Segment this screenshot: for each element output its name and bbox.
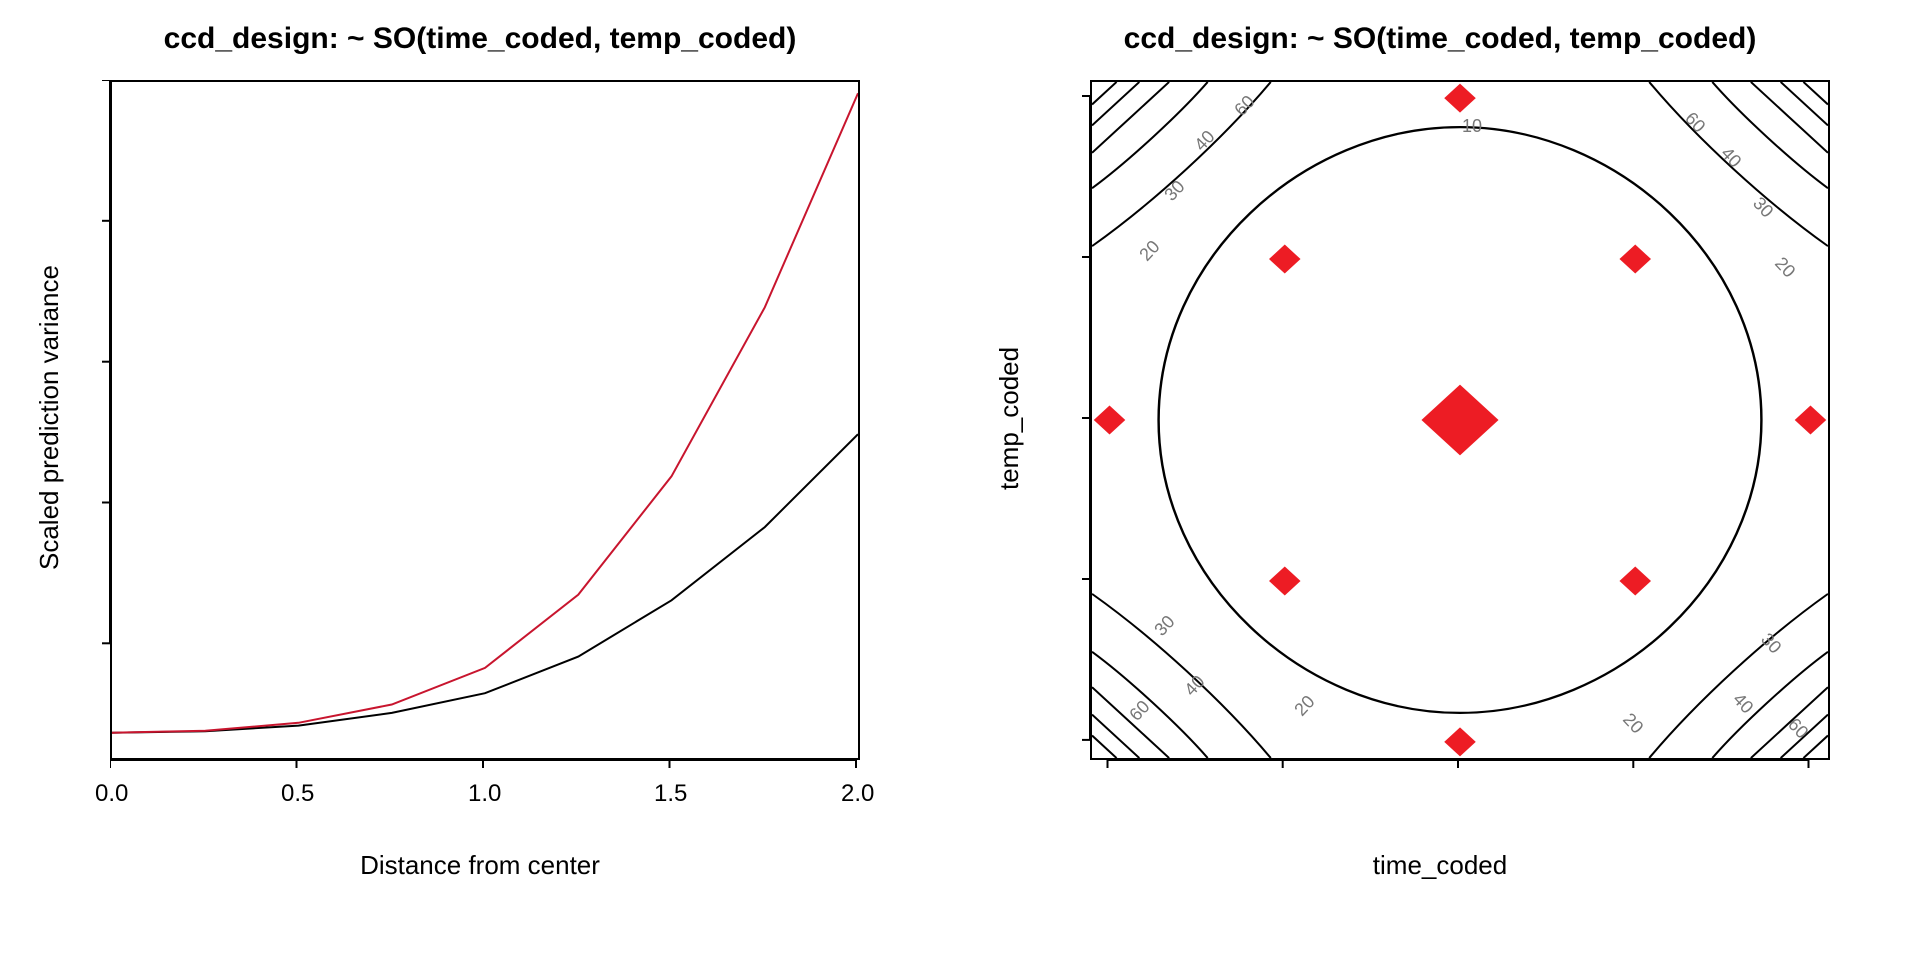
- svg-text:40: 40: [1190, 126, 1218, 154]
- right-title: ccd_design: ~ SO(time_coded, temp_coded): [960, 22, 1920, 56]
- left-x-tick-0: 0.0: [95, 780, 125, 808]
- svg-text:30: 30: [1150, 611, 1178, 639]
- contour-panel: ccd_design: ~ SO(time_coded, temp_coded)…: [960, 0, 1920, 960]
- svg-text:20: 20: [1619, 709, 1647, 737]
- right-x-ticks: [1090, 758, 1830, 778]
- svg-text:60: 60: [1681, 108, 1709, 136]
- left-x-tick-2: 2.0: [841, 780, 871, 808]
- svg-text:30: 30: [1749, 193, 1777, 221]
- left-xlabel: Distance from center: [0, 850, 960, 881]
- svg-text:40: 40: [1729, 689, 1757, 717]
- svg-text:30: 30: [1757, 629, 1785, 657]
- left-y-ticks: [92, 80, 112, 760]
- svg-text:10: 10: [1462, 116, 1482, 136]
- min-variance-curve: [112, 434, 858, 733]
- left-title: ccd_design: ~ SO(time_coded, temp_coded): [0, 22, 960, 56]
- max-variance-curve: [112, 93, 858, 732]
- right-ylabel: temp_coded: [994, 347, 1025, 490]
- left-x-tick-05: 0.5: [281, 780, 311, 808]
- left-plot-svg: [112, 82, 858, 758]
- right-y-ticks: [1072, 80, 1092, 760]
- left-ylabel: Scaled prediction variance: [34, 265, 65, 570]
- left-x-tick-15: 1.5: [654, 780, 684, 808]
- svg-text:60: 60: [1230, 91, 1258, 119]
- svg-text:60: 60: [1784, 714, 1812, 742]
- left-plot-box: [110, 80, 860, 760]
- variance-dispersion-panel: ccd_design: ~ SO(time_coded, temp_coded)…: [0, 0, 960, 960]
- svg-text:40: 40: [1180, 671, 1208, 699]
- svg-text:30: 30: [1160, 176, 1188, 204]
- right-xlabel: time_coded: [960, 850, 1920, 881]
- svg-text:20: 20: [1771, 253, 1799, 281]
- contour-labels: 10 20 30 40 60 20 30 40 60 20 30 40 60 2…: [1092, 82, 1828, 758]
- left-x-tick-1: 1.0: [468, 780, 498, 808]
- svg-text:60: 60: [1125, 696, 1153, 724]
- figure: ccd_design: ~ SO(time_coded, temp_coded)…: [0, 0, 1920, 960]
- right-plot-box: 10 20 30 40 60 20 30 40 60 20 30 40 60 2…: [1090, 80, 1830, 760]
- svg-text:20: 20: [1135, 236, 1163, 264]
- svg-text:20: 20: [1290, 691, 1318, 719]
- svg-text:40: 40: [1717, 143, 1745, 171]
- left-x-ticks: [110, 758, 860, 778]
